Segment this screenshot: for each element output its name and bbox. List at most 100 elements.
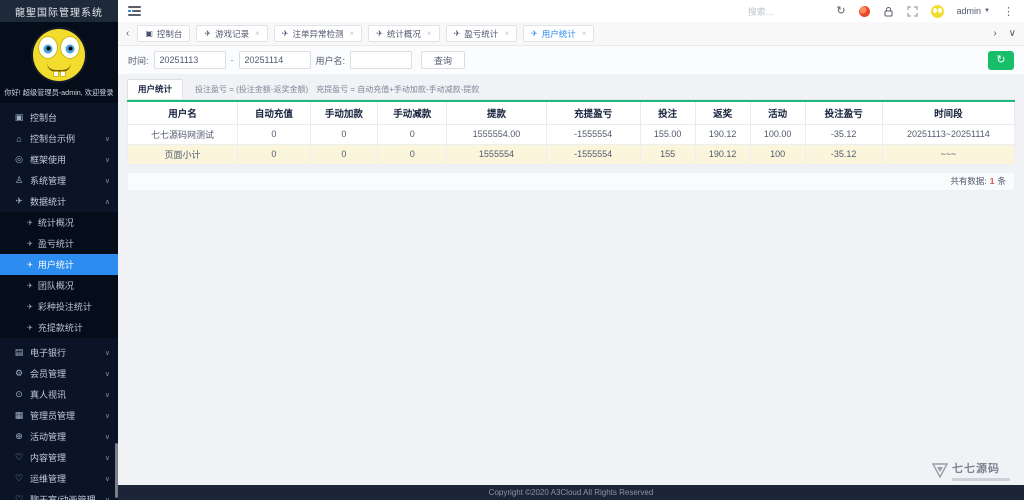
cell: 1555554 <box>446 143 547 165</box>
submenu-item-user-stats[interactable]: ✈ 用户统计 <box>0 254 118 275</box>
col-header: 投注 <box>639 101 696 125</box>
cell: 1555554.00 <box>446 123 547 145</box>
cell: 0 <box>377 143 448 165</box>
tab-game-records[interactable]: ✈ 游戏记录 × <box>196 25 268 42</box>
plane-icon: ✈ <box>281 29 289 38</box>
close-icon[interactable]: × <box>255 29 260 38</box>
submenu-item-profit-stats[interactable]: ✈ 盈亏统计 <box>0 233 118 254</box>
plane-icon: ✈ <box>27 261 33 269</box>
sidebar-item-console-demo[interactable]: ⌂ 控制台示例 ∨ <box>0 128 118 149</box>
sidebar-item-ops[interactable]: ♡ 运维管理 ∨ <box>0 468 118 489</box>
tab-bet-anomaly[interactable]: ✈ 注单异常检测 × <box>273 25 363 42</box>
user-menu[interactable]: admin ▼ <box>957 6 990 16</box>
watermark: 七七源码 <box>932 460 1010 481</box>
refresh-table-button[interactable]: ↻ <box>988 50 1014 70</box>
chevron-down-icon: ∨ <box>104 349 110 357</box>
close-icon[interactable]: × <box>427 29 432 38</box>
plane-icon: ✈ <box>27 219 33 227</box>
content-area: 用户统计 投注盈亏 = (投注金额-返奖金额) 充提盈亏 = 自动充值+手动加款… <box>118 74 1024 485</box>
col-header: 手动加款 <box>309 101 379 125</box>
tab-user-stats[interactable]: ✈ 用户统计 × <box>522 25 595 42</box>
close-icon[interactable]: × <box>504 29 509 38</box>
sidebar-item-members[interactable]: ⚙ 会员管理 ∨ <box>0 363 118 384</box>
cell: 190.12 <box>694 123 751 145</box>
table-row[interactable]: 七七源码网测试 0 0 0 1555554.00 -1555554 155.00… <box>127 123 1016 145</box>
col-header: 提款 <box>446 101 547 125</box>
avatar[interactable] <box>33 29 85 81</box>
chat-icon: ♡ <box>14 494 24 500</box>
plane-icon: ✈ <box>204 29 212 38</box>
tabs-scroll-left-icon[interactable]: ‹ <box>124 28 131 39</box>
plane-icon: ✈ <box>453 29 461 38</box>
submenu-item-lottery-bet-stats[interactable]: ✈ 彩种投注统计 <box>0 296 118 317</box>
col-header: 用户名 <box>127 101 238 125</box>
submenu-item-team-overview[interactable]: ✈ 团队概况 <box>0 275 118 296</box>
gear-icon: ⚙ <box>14 368 24 378</box>
user-stats-table: 用户名 自动充值 手动加款 手动减款 提款 充提盈亏 投注 返奖 活动 投注盈亏… <box>127 100 1016 165</box>
sidebar-menu-lower: ▤ 电子银行 ∨ ⚙ 会员管理 ∨ ⊙ 真人视讯 ∨ ▦ 管理员管理 ∨ ⊕ 活… <box>0 338 118 500</box>
lock-icon[interactable] <box>883 6 894 17</box>
tab-profit-stats[interactable]: ✈ 盈亏统计 × <box>445 25 517 42</box>
chevron-down-icon: ▼ <box>984 8 990 14</box>
date-separator: - <box>230 55 234 65</box>
watermark-triangle-icon <box>932 463 948 478</box>
sidebar-item-content[interactable]: ♡ 内容管理 ∨ <box>0 447 118 468</box>
cell: 190.12 <box>694 143 751 165</box>
cell: 0 <box>236 123 311 145</box>
cell: 100 <box>749 143 806 165</box>
profile-section: 你好! 超级管理员-admin, 欢迎登录 <box>0 22 118 103</box>
video-icon: ⊙ <box>15 389 23 399</box>
refresh-icon[interactable]: ↻ <box>836 5 845 17</box>
submenu-item-stats-overview[interactable]: ✈ 统计概况 <box>0 212 118 233</box>
tab-bar: ‹ ▣ 控制台 ✈ 游戏记录 × ✈ 注单异常检测 × ✈ 统计概况 × ✈ 盈… <box>118 22 1024 46</box>
tabs-menu-icon[interactable]: ∨ <box>1007 28 1018 39</box>
panel-tab-user-stats[interactable]: 用户统计 <box>127 79 184 99</box>
username-input[interactable] <box>350 51 413 69</box>
date-from-input[interactable] <box>153 51 226 69</box>
chevron-down-icon: ∨ <box>104 412 110 420</box>
cell-username: 七七源码网测试 <box>127 123 238 145</box>
close-icon[interactable]: × <box>582 29 587 38</box>
sidebar-item-chatroom[interactable]: ♡ 聊天室/动画管理 ∨ <box>0 489 118 500</box>
formula-hint: 投注盈亏 = (投注金额-返奖金额) 充提盈亏 = 自动充值+手动加款-手动减款… <box>195 85 480 94</box>
user-avatar[interactable] <box>930 4 944 18</box>
total-value: 1 <box>989 176 995 186</box>
chevron-down-icon: ∨ <box>104 391 110 399</box>
chevron-down-icon: ∨ <box>104 454 110 462</box>
fullscreen-icon[interactable] <box>906 5 918 17</box>
sidebar-item-ebank[interactable]: ▤ 电子银行 ∨ <box>0 342 118 363</box>
sidebar-item-framework[interactable]: ◎ 框架使用 ∨ <box>0 149 118 170</box>
sidebar-item-system[interactable]: ♙ 系统管理 ∨ <box>0 170 118 191</box>
cell: ~~~ <box>881 143 1016 165</box>
sidebar-toggle-icon[interactable] <box>128 6 141 16</box>
chevron-down-icon: ∨ <box>104 370 110 378</box>
plus-circle-icon: ⊕ <box>15 431 23 441</box>
theme-orb-icon[interactable] <box>858 5 870 17</box>
tabs-scroll-right-icon[interactable]: › <box>991 28 998 39</box>
sidebar-item-admins[interactable]: ▦ 管理员管理 ∨ <box>0 405 118 426</box>
sidebar-item-live-video[interactable]: ⊙ 真人视讯 ∨ <box>0 384 118 405</box>
chevron-down-icon: ∨ <box>104 135 110 143</box>
sidebar-item-activities[interactable]: ⊕ 活动管理 ∨ <box>0 426 118 447</box>
panel-tab-strip: 用户统计 投注盈亏 = (投注金额-返奖金额) 充提盈亏 = 自动充值+手动加款… <box>127 79 1015 100</box>
cell: -35.12 <box>804 143 883 165</box>
submenu-item-deposit-withdraw-stats[interactable]: ✈ 充提款统计 <box>0 317 118 338</box>
avatar-eye <box>38 36 58 59</box>
date-to-input[interactable] <box>238 51 311 69</box>
user-icon: ♙ <box>14 175 24 185</box>
more-menu-icon[interactable]: ⋮ <box>1003 5 1014 18</box>
total-label: 共有数据: <box>950 176 987 186</box>
top-header: 搜索... ↻ admin ▼ ⋮ <box>118 0 1024 22</box>
sidebar-item-statistics[interactable]: ✈ 数据统计 ∧ <box>0 191 118 212</box>
cell: -35.12 <box>804 123 883 145</box>
tab-stats-overview[interactable]: ✈ 统计概况 × <box>368 25 440 42</box>
sidebar-item-console[interactable]: ▣ 控制台 <box>0 107 118 128</box>
cell: 0 <box>236 143 311 165</box>
global-search[interactable]: 搜索... <box>748 5 774 18</box>
close-icon[interactable]: × <box>350 29 355 38</box>
bank-icon: ▤ <box>14 347 24 357</box>
tab-console[interactable]: ▣ 控制台 <box>137 25 191 42</box>
query-button[interactable]: 查询 <box>421 51 466 69</box>
chevron-down-icon: ∨ <box>104 433 110 441</box>
grid-icon: ▦ <box>14 410 24 420</box>
